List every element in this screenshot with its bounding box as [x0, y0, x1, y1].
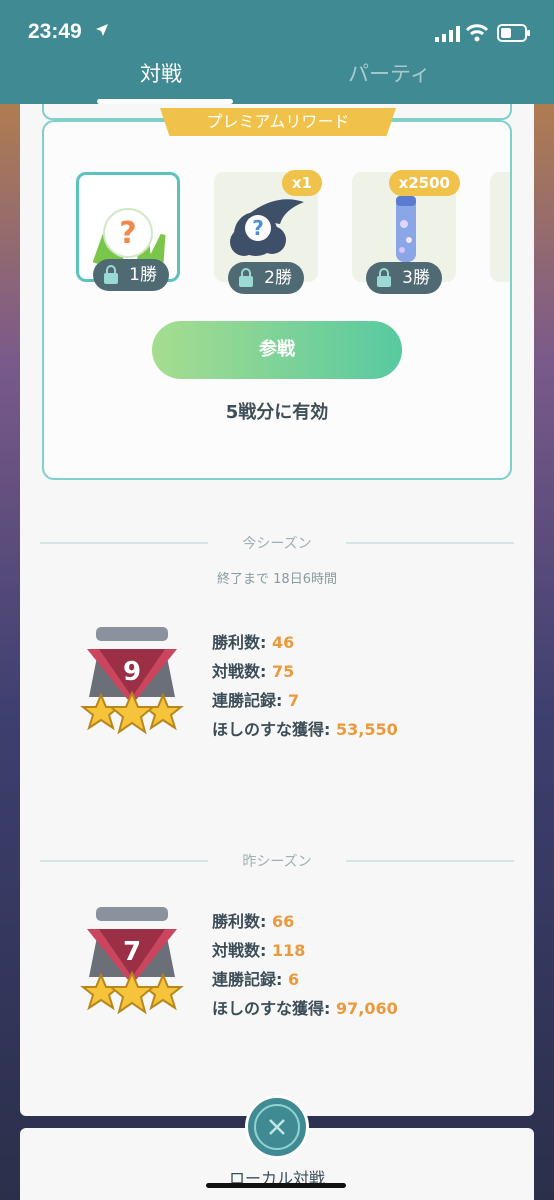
reward-lock-label: 1勝 [129, 265, 157, 285]
reward-item-4-partial[interactable] [490, 172, 510, 282]
stat-row: 勝利数: 46 [212, 628, 398, 657]
header-bar: 23:49 対戦 パーティ [0, 0, 554, 104]
svg-text:?: ? [252, 216, 264, 240]
reward-item-2[interactable]: ? x1 2勝 [214, 170, 322, 294]
location-arrow-icon [96, 24, 108, 36]
status-time: 23:49 [28, 20, 82, 43]
reward-lock-pill: 1勝 [93, 259, 169, 291]
join-battle-button[interactable]: 参戦 [152, 321, 402, 379]
stat-row: 勝利数: 66 [212, 907, 398, 936]
current-season-rank: 9 [122, 657, 142, 687]
stat-row: ほしのすな獲得: 53,550 [212, 715, 398, 744]
stat-label: ほしのすな獲得: [212, 720, 331, 739]
reward-quantity-badge: x1 [281, 170, 322, 196]
stat-label: 勝利数: [212, 912, 267, 931]
stat-value: 66 [271, 912, 295, 931]
reward-item-3[interactable]: x2500 3勝 [352, 170, 460, 294]
stat-value: 53,550 [335, 720, 398, 739]
reward-lock-label: 3勝 [402, 268, 430, 288]
home-indicator[interactable] [206, 1183, 346, 1188]
previous-season-title: 昨シーズン [242, 854, 312, 870]
stat-label: 連勝記録: [212, 970, 283, 989]
active-tab-indicator [97, 99, 233, 104]
close-button-ring [254, 1104, 300, 1150]
stat-row: 連勝記録: 6 [212, 965, 398, 994]
status-bar: 23:49 [0, 0, 554, 64]
stat-value: 46 [271, 633, 295, 652]
tab-party[interactable]: パーティ [348, 58, 431, 88]
premium-rewards-banner: プレミアムリワード [160, 108, 396, 136]
stat-value: 6 [287, 970, 300, 989]
stat-label: 対戦数: [212, 662, 267, 681]
lock-icon [239, 268, 253, 287]
wifi-icon [465, 24, 489, 42]
current-season-stats: 勝利数: 46 対戦数: 75 連勝記録: 7 ほしのすな獲得: 53,550 [212, 628, 398, 744]
stat-value: 118 [271, 941, 306, 960]
season-remaining-text: 終了まで 18日6時間 [217, 572, 337, 587]
previous-season-rank: 7 [122, 937, 142, 967]
stat-value: 75 [271, 662, 295, 681]
lock-icon [104, 265, 118, 284]
previous-season-stats: 勝利数: 66 対戦数: 118 連勝記録: 6 ほしのすな獲得: 97,060 [212, 907, 398, 1023]
stat-row: 連勝記録: 7 [212, 686, 398, 715]
stat-row: 対戦数: 118 [212, 936, 398, 965]
stat-value: 7 [287, 691, 300, 710]
stat-label: ほしのすな獲得: [212, 999, 331, 1018]
reward-item-1[interactable]: ? 1勝 [76, 172, 180, 291]
valid-battles-text: 5戦分に有効 [225, 402, 329, 423]
svg-text:?: ? [119, 216, 136, 251]
close-icon [269, 1119, 285, 1135]
cellular-signal-icon [435, 26, 460, 42]
lock-icon [377, 268, 391, 287]
battery-icon [497, 24, 530, 42]
tab-battle[interactable]: 対戦 [140, 58, 182, 88]
mystery-encounter-grass-icon: ? [92, 208, 166, 265]
stat-value: 97,060 [335, 999, 398, 1018]
current-season-rank-badge: 9 [77, 627, 187, 739]
reward-lock-pill: 3勝 [366, 262, 442, 294]
reward-lock-pill: 2勝 [228, 262, 304, 294]
previous-season-rank-badge: 7 [77, 907, 187, 1019]
stat-label: 連勝記録: [212, 691, 283, 710]
stat-row: 対戦数: 75 [212, 657, 398, 686]
close-button[interactable] [245, 1095, 309, 1159]
reward-lock-label: 2勝 [264, 268, 292, 288]
stat-label: 勝利数: [212, 633, 267, 652]
current-season-title: 今シーズン [242, 536, 312, 552]
stat-label: 対戦数: [212, 941, 267, 960]
reward-quantity-badge: x2500 [388, 170, 460, 196]
stat-row: ほしのすな獲得: 97,060 [212, 994, 398, 1023]
